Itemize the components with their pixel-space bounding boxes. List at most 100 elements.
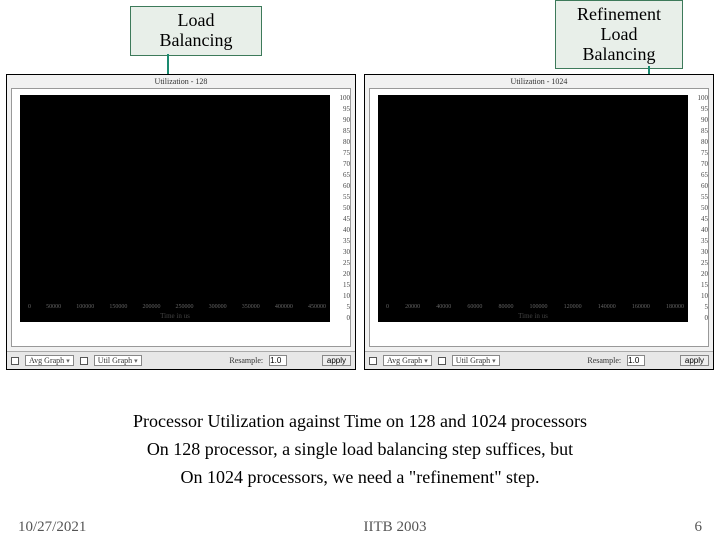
- legend-dropdown-util[interactable]: Util Graph▾: [452, 355, 500, 366]
- x-tick: 140000: [598, 304, 616, 310]
- trace-1024: [378, 95, 688, 322]
- y-tick: 80: [336, 139, 350, 146]
- chevron-down-icon: ▾: [492, 357, 496, 365]
- x-tick: 100000: [76, 304, 94, 310]
- apply-button[interactable]: apply: [322, 355, 351, 366]
- apply-button[interactable]: apply: [680, 355, 709, 366]
- y-tick: 35: [694, 238, 708, 245]
- caption-line-2: On 128 processor, a single load balancin…: [40, 436, 680, 464]
- x-tick: 180000: [666, 304, 684, 310]
- footer-date: 10/27/2021: [18, 519, 128, 536]
- x-tick: 20000: [405, 304, 420, 310]
- legend-dropdown-avg[interactable]: Avg Graph▾: [25, 355, 74, 366]
- x-tick: 80000: [498, 304, 513, 310]
- y-tick: 65: [336, 172, 350, 179]
- y-tick: 25: [336, 260, 350, 267]
- x-tick: 50000: [46, 304, 61, 310]
- y-tick: 85: [694, 128, 708, 135]
- label-load-balancing: Load Balancing: [130, 6, 262, 56]
- chevron-down-icon: ▾: [134, 357, 138, 365]
- y-tick: 100: [694, 95, 708, 102]
- x-tick: 100000: [530, 304, 548, 310]
- x-axis-label-left: Time in us: [20, 312, 330, 320]
- y-tick: 40: [694, 227, 708, 234]
- x-tick: 0: [386, 304, 389, 310]
- x-axis-label-right: Time in us: [378, 312, 688, 320]
- y-tick: 5: [336, 304, 350, 311]
- y-tick: 70: [336, 161, 350, 168]
- y-tick: 20: [336, 271, 350, 278]
- y-tick: 30: [694, 249, 708, 256]
- resample-label: Resample:: [587, 356, 621, 365]
- y-tick: 60: [336, 183, 350, 190]
- plot-area-left: 0500001000001500002000002500003000003500…: [11, 88, 351, 347]
- x-tick: 200000: [142, 304, 160, 310]
- y-tick: 40: [336, 227, 350, 234]
- swatch-icon: [438, 357, 446, 365]
- trace-128: [20, 95, 330, 322]
- y-tick: 25: [694, 260, 708, 267]
- y-tick: 100: [336, 95, 350, 102]
- x-tick: 150000: [109, 304, 127, 310]
- chevron-down-icon: ▾: [424, 357, 428, 365]
- chart-panel-1024: Utilization - 1024 0 20000 40000 60000 80000…: [364, 74, 714, 370]
- caption-line-1: Processor Utilization against Time on 12…: [40, 408, 680, 436]
- slide-footer: 10/27/2021 IITB 2003 6: [0, 519, 720, 536]
- x-tick: 120000: [564, 304, 582, 310]
- resample-input[interactable]: [627, 355, 645, 366]
- x-tick: 450000: [308, 304, 326, 310]
- y-tick: 70: [694, 161, 708, 168]
- y-tick: 45: [694, 216, 708, 223]
- resample-label: Resample:: [229, 356, 263, 365]
- y-tick: 90: [694, 117, 708, 124]
- y-tick: 90: [336, 117, 350, 124]
- resample-input[interactable]: [269, 355, 287, 366]
- chart-panel-128: Utilization - 128 0 50000 100000 150000 2000…: [6, 74, 356, 370]
- x-tick: 400000: [275, 304, 293, 310]
- y-tick: 35: [336, 238, 350, 245]
- y-tick: 15: [694, 282, 708, 289]
- y-tick: 55: [694, 194, 708, 201]
- x-tick: 40000: [436, 304, 451, 310]
- chart-title-right: Utilization - 1024: [365, 75, 713, 88]
- y-tick: 0: [336, 315, 350, 322]
- y-tick: 50: [694, 205, 708, 212]
- x-tick: 250000: [176, 304, 194, 310]
- y-tick: 45: [336, 216, 350, 223]
- y-tick: 95: [336, 106, 350, 113]
- y-tick: 65: [694, 172, 708, 179]
- y-tick: 85: [336, 128, 350, 135]
- swatch-icon: [11, 357, 19, 365]
- x-tick: 60000: [467, 304, 482, 310]
- chart-panels: Utilization - 128 0500001000001500002000…: [6, 74, 714, 370]
- y-tick: 5: [694, 304, 708, 311]
- y-tick: 75: [336, 150, 350, 157]
- legend-dropdown-avg[interactable]: Avg Graph▾: [383, 355, 432, 366]
- caption-line-3: On 1024 processors, we need a "refinemen…: [40, 464, 680, 492]
- y-tick: 10: [694, 293, 708, 300]
- legend-dropdown-util[interactable]: Util Graph▾: [94, 355, 142, 366]
- swatch-icon: [369, 357, 377, 365]
- x-ticks-right: 0 20000 40000 60000 80000 100000 120000 140000 1…: [386, 304, 684, 310]
- y-tick: 80: [694, 139, 708, 146]
- chevron-down-icon: ▾: [66, 357, 70, 365]
- x-ticks-left: 0500001000001500002000002500003000003500…: [28, 304, 326, 310]
- y-tick: 95: [694, 106, 708, 113]
- footer-page-number: 6: [662, 519, 702, 536]
- x-tick: 160000: [632, 304, 650, 310]
- y-axis-right: 1009590858075706560555045403530252015105…: [692, 89, 708, 346]
- y-tick: 60: [694, 183, 708, 190]
- y-tick: 75: [694, 150, 708, 157]
- footer-center: IITB 2003: [128, 519, 662, 536]
- plot-area-right: 0 20000 40000 60000 80000 100000 120000 140000 1…: [369, 88, 709, 347]
- label-refinement-load-balancing: Refinement Load Balancing: [555, 0, 683, 69]
- x-tick: 350000: [242, 304, 260, 310]
- y-axis-left: 1009590858075706560555045403530252015105…: [334, 89, 350, 346]
- caption-block: Processor Utilization against Time on 12…: [40, 408, 680, 492]
- y-tick: 20: [694, 271, 708, 278]
- y-tick: 0: [694, 315, 708, 322]
- y-tick: 10: [336, 293, 350, 300]
- y-tick: 15: [336, 282, 350, 289]
- chart-title-left: Utilization - 128: [7, 75, 355, 88]
- legend-row-left: Avg Graph▾ Util Graph▾ Resample: apply: [7, 351, 355, 369]
